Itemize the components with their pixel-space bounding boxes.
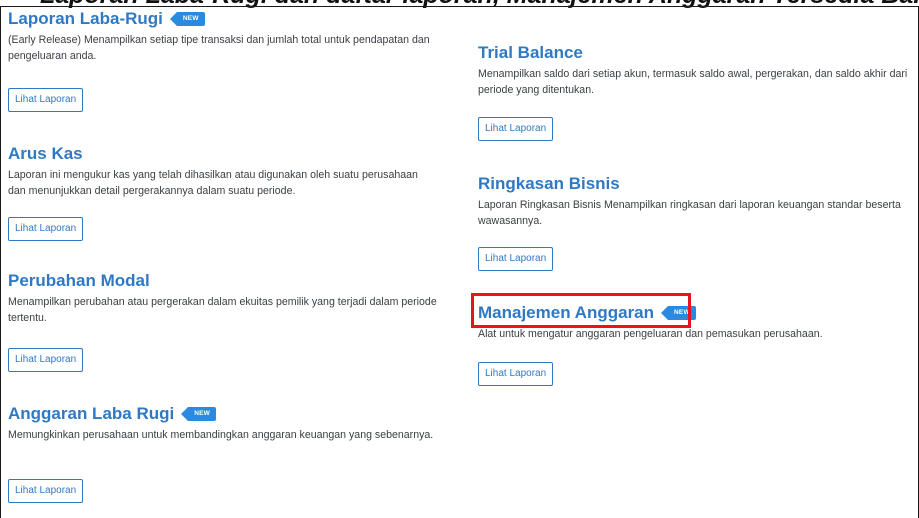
report-card-perubahan-modal: Perubahan Modal Menampilkan perubahan at… <box>8 270 454 372</box>
report-title-text[interactable]: Trial Balance <box>478 42 583 64</box>
view-report-button-perubahan-modal[interactable]: Lihat Laporan <box>8 348 84 372</box>
view-report-button-laba-rugi[interactable]: Lihat Laporan <box>8 88 84 112</box>
report-card-trial-balance: Trial Balance Menampilkan saldo dari set… <box>478 42 918 141</box>
view-report-button-ringkasan-bisnis[interactable]: Lihat Laporan <box>478 247 554 271</box>
report-card-laba-rugi: Laporan Laba-Rugi NEW (Early Release) Me… <box>8 8 454 112</box>
report-title-text[interactable]: Laporan Laba-Rugi <box>8 8 163 30</box>
right-column: Trial Balance Menampilkan saldo dari set… <box>478 0 918 518</box>
highlight-box <box>471 293 691 328</box>
report-title-text[interactable]: Anggaran Laba Rugi <box>8 403 174 425</box>
report-list-page: Laporan Laba-Rugi dan daftar laporan, Ma… <box>0 0 919 518</box>
report-description: (Early Release) Menampilkan setiap tipe … <box>8 34 430 62</box>
report-card-ringkasan-bisnis: Ringkasan Bisnis Laporan Ringkasan Bisni… <box>478 173 918 271</box>
report-title-arus-kas[interactable]: Arus Kas <box>8 143 454 165</box>
report-title-text[interactable]: Ringkasan Bisnis <box>478 173 620 195</box>
report-title-trial-balance[interactable]: Trial Balance <box>478 42 918 64</box>
report-description: Memungkinkan perusahaan untuk membanding… <box>8 429 434 441</box>
report-description: Menampilkan saldo dari setiap akun, term… <box>478 68 908 96</box>
report-description: Laporan ini mengukur kas yang telah diha… <box>8 169 418 197</box>
report-description: Laporan Ringkasan Bisnis Menampilkan rin… <box>478 199 901 227</box>
report-title-anggaran-laba-rugi[interactable]: Anggaran Laba Rugi NEW <box>8 403 454 425</box>
report-description: Alat untuk mengatur anggaran pengeluaran… <box>478 328 823 340</box>
report-title-text[interactable]: Arus Kas <box>8 143 83 165</box>
report-title-ringkasan-bisnis[interactable]: Ringkasan Bisnis <box>478 173 918 195</box>
left-border <box>0 6 1 518</box>
report-description: Menampilkan perubahan atau pergerakan da… <box>8 296 437 324</box>
report-title-perubahan-modal[interactable]: Perubahan Modal <box>8 270 454 292</box>
new-badge: NEW <box>169 12 205 26</box>
report-card-arus-kas: Arus Kas Laporan ini mengukur kas yang t… <box>8 143 454 241</box>
view-report-button-manajemen-anggaran[interactable]: Lihat Laporan <box>478 362 554 386</box>
report-title-text[interactable]: Perubahan Modal <box>8 270 150 292</box>
view-report-button-trial-balance[interactable]: Lihat Laporan <box>478 117 554 141</box>
view-report-button-arus-kas[interactable]: Lihat Laporan <box>8 217 84 241</box>
view-report-button-anggaran-laba-rugi[interactable]: Lihat Laporan <box>8 479 84 503</box>
new-badge: NEW <box>181 407 216 421</box>
left-column: Laporan Laba-Rugi NEW (Early Release) Me… <box>8 0 454 518</box>
report-title-laba-rugi[interactable]: Laporan Laba-Rugi NEW <box>8 8 454 30</box>
report-card-anggaran-laba-rugi: Anggaran Laba Rugi NEW Memungkinkan peru… <box>8 403 454 503</box>
